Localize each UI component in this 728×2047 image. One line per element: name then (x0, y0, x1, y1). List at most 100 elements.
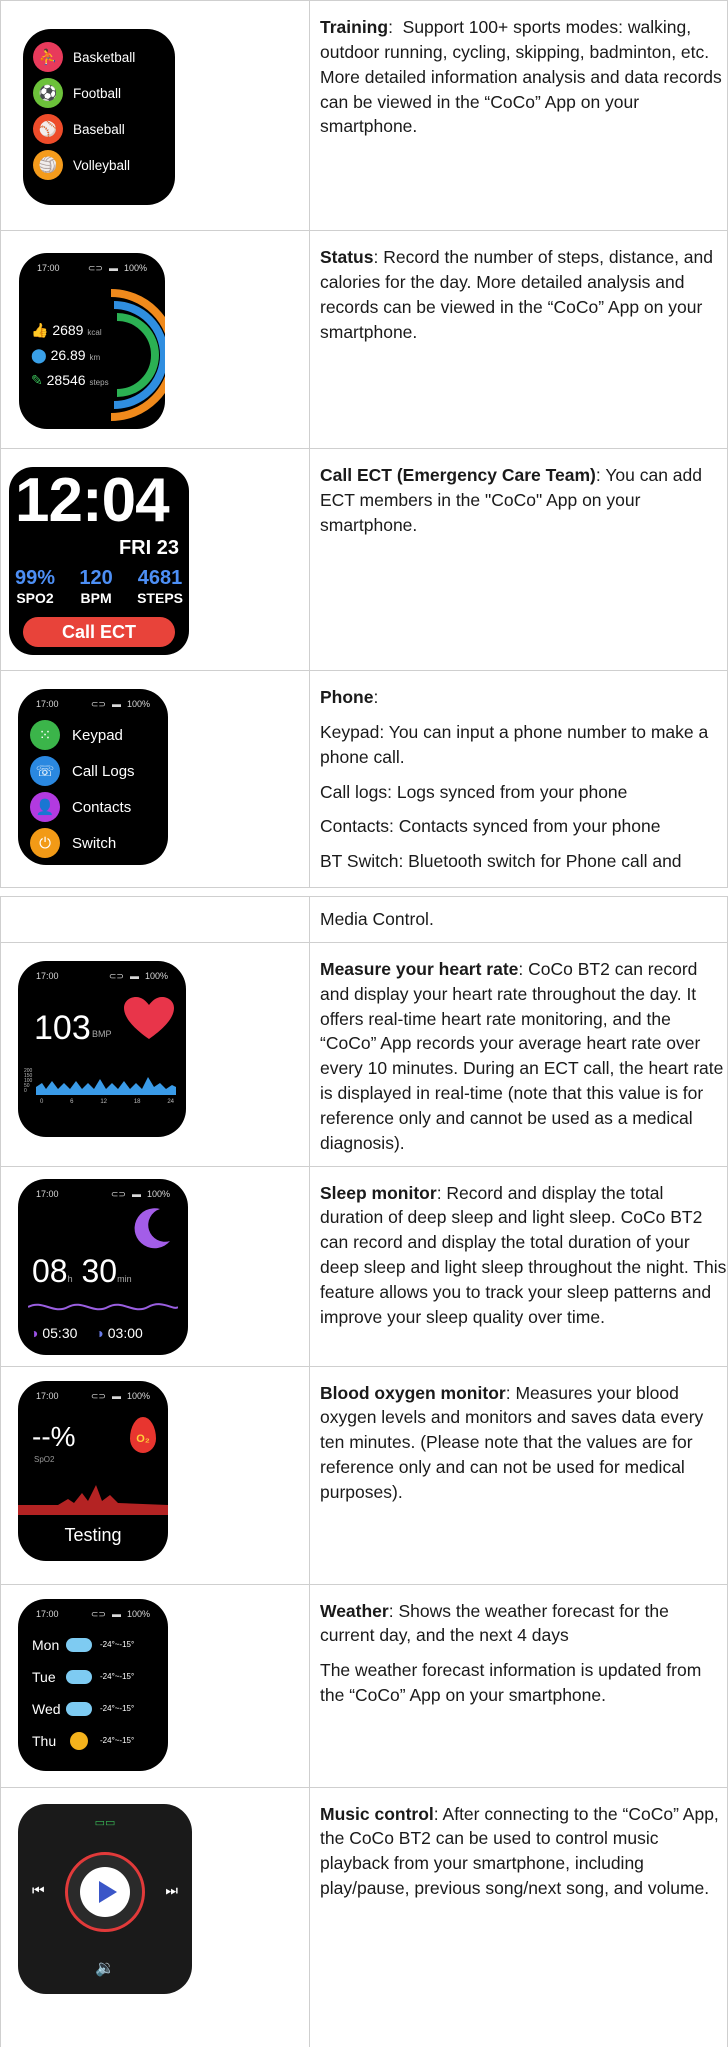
watch-link-icon: ▭▭ (94, 1816, 116, 1829)
phone-heading: Phone: (320, 687, 379, 707)
status-bar: 17:00 ⊂⊃ ▬ 100% (36, 1189, 170, 1200)
status-watch: 17:00 ⊂⊃ ▬ 100% 👍 2689 kcal ⬤ 26.89 km ✎ 2… (19, 253, 165, 429)
status-time: 17:00 (36, 1608, 59, 1619)
play-button[interactable] (80, 1866, 130, 1917)
phone-item-keypad[interactable]: ⁙ Keypad (30, 717, 135, 753)
footprint-icon: ✎ (31, 372, 43, 388)
testing-status: Testing (64, 1524, 122, 1545)
link-icon: ⊂⊃ (90, 1390, 106, 1401)
metric-bpm: 120 BPM (79, 567, 112, 606)
training-image-cell: ⛹ Basketball ⚽ Football ⚾ Baseball 🏐 Vol… (0, 0, 310, 231)
stat-unit: steps (89, 378, 109, 387)
sleep-minutes: 30 (81, 1252, 118, 1289)
heart-rate-desc: CoCo BT2 can record and display your hea… (320, 958, 724, 1153)
music-text-cell: Music control: After connecting to the “… (309, 1786, 728, 2047)
battery-icon: ▬ (111, 1608, 121, 1619)
x-tick: 6 (70, 1098, 74, 1105)
row-sleep: 17:00 ⊂⊃ ▬ 100% 08h 30min ◑ 05:30 ◑ 03:00 (0, 1165, 728, 1367)
blood-oxygen-title: Blood oxygen monitor (320, 1382, 506, 1403)
media-control-text-cell: Media Control. (309, 896, 728, 943)
football-icon: ⚽ (33, 78, 63, 108)
phone-watch: 17:00 ⊂⊃ ▬ 100% ⁙ Keypad ☏ Call Logs 👤 Contac… (18, 689, 168, 865)
battery-icon: ▬ (111, 1390, 121, 1401)
status-bar: 17:00 ⊂⊃ ▬ 100% (36, 971, 168, 982)
phone-item-switch[interactable]: ⏻ Switch (30, 825, 135, 861)
heart-rate-title: Measure your heart rate (320, 958, 519, 979)
media-control-text: Media Control. (320, 909, 434, 929)
battery-icon: ▬ (111, 699, 121, 709)
cloud-icon (66, 1701, 92, 1716)
oxygen-drop-icon: O₂ (130, 1416, 156, 1453)
metric-value: 99% (15, 567, 56, 589)
sleep-wave (28, 1302, 178, 1310)
phone-keypad-desc: Keypad: You can input a phone number to … (320, 721, 709, 767)
status-stats: 👍 2689 kcal ⬤ 26.89 km ✎ 28546 steps (31, 319, 109, 394)
baseball-icon: ⚾ (33, 114, 63, 144)
heart-rate-image-cell: 17:00 ⊂⊃ ▬ 100% 103 BMP 200 150 100 50 0 (0, 941, 310, 1167)
sport-item-baseball: ⚾ Baseball (33, 111, 135, 147)
forecast-day: Mon (32, 1636, 60, 1653)
training-text-cell: Training: Support 100+ sports modes: wal… (309, 0, 728, 231)
status-bar: 17:00 ⊂⊃ ▬ 100% (36, 1609, 150, 1620)
menu-label: Contacts (72, 798, 132, 816)
metric-steps: 4681 STEPS (137, 567, 183, 606)
sleep-title: Sleep monitor (320, 1182, 437, 1203)
call-ect-text-cell: Call ECT (Emergency Care Team): You can … (309, 448, 728, 671)
call-ect-button[interactable]: Call ECT (23, 617, 175, 647)
steps-ring (116, 313, 159, 397)
phone-text-cell: Phone: Keypad: You can input a phone num… (309, 670, 728, 888)
weather-image-cell: 17:00 ⊂⊃ ▬ 100% Mon -24°~-15° Tue -24°~-15… (0, 1583, 310, 1788)
menu-label: Switch (72, 834, 117, 852)
call-ect-paragraph: Call ECT (Emergency Care Team): You can … (320, 465, 702, 535)
status-time: 17:00 (36, 1390, 59, 1401)
music-paragraph: Music control: After connecting to the “… (320, 1803, 719, 1899)
link-icon: ⊂⊃ (108, 970, 124, 981)
stat-steps: ✎ 28546 steps (31, 369, 109, 394)
sport-label: Basketball (73, 49, 136, 65)
phone-item-call-logs[interactable]: ☏ Call Logs (30, 753, 135, 789)
battery-level: 100% (146, 1188, 170, 1199)
sport-label: Football (73, 85, 122, 101)
blood-oxygen-image-cell: 17:00 ⊂⊃ ▬ 100% --% SpO2 O₂ Testing (0, 1365, 310, 1585)
phone-item-contacts[interactable]: 👤 Contacts (30, 789, 135, 825)
call-ect-watch: 12:04 FRI 23 99% SPO2 120 BPM 4681 STEPS Ca… (9, 467, 189, 655)
heart-icon (124, 996, 174, 1039)
weather-update-desc: The weather forecast information is upda… (320, 1660, 702, 1706)
row-media-control-cont: Media Control. (0, 896, 728, 943)
status-paragraph: Status: Record the number of steps, dist… (320, 247, 713, 342)
flame-icon: 👍 (31, 322, 49, 338)
link-icon: ⊂⊃ (90, 1608, 106, 1619)
metric-spo2: 99% SPO2 (15, 567, 55, 606)
link-icon: ⊂⊃ (90, 699, 106, 709)
menu-label: Keypad (72, 726, 123, 744)
next-song-button[interactable]: ⏭ (165, 1882, 178, 1899)
basketball-icon: ⛹ (33, 42, 63, 72)
cloud-icon (66, 1637, 92, 1652)
play-ring (65, 1851, 145, 1932)
training-title: Training (320, 17, 389, 37)
previous-song-button[interactable]: ⏮ (32, 1882, 45, 1899)
battery-level: 100% (144, 970, 168, 981)
clock-date: FRI 23 (118, 537, 179, 559)
sleep-text-cell: Sleep monitor: Record and display the to… (309, 1165, 728, 1367)
x-tick: 24 (167, 1098, 174, 1105)
metric-label: SPO2 (16, 590, 54, 606)
volume-button[interactable]: 🔉 (18, 1958, 192, 1978)
minutes-unit: min (117, 1273, 132, 1284)
empty-image-cell (0, 896, 310, 943)
sport-item-basketball: ⛹ Basketball (33, 39, 135, 75)
call-ect-image-cell: 12:04 FRI 23 99% SPO2 120 BPM 4681 STEPS Ca… (0, 448, 310, 671)
power-icon: ⏻ (30, 828, 60, 858)
next-icon: ⏭ (165, 1881, 178, 1898)
row-phone: 17:00 ⊂⊃ ▬ 100% ⁙ Keypad ☏ Call Logs 👤 Contac… (0, 670, 728, 888)
phone-menu: ⁙ Keypad ☏ Call Logs 👤 Contacts ⏻ Switch (30, 717, 135, 861)
weather-paragraph: Weather: Shows the weather forecast for … (320, 1600, 669, 1646)
forecast-day: Wed (32, 1700, 61, 1717)
stat-calories: 👍 2689 kcal (31, 319, 109, 344)
feature-table-1: ⛹ Basketball ⚽ Football ⚾ Baseball 🏐 Vol… (0, 0, 728, 888)
stat-unit: kcal (87, 328, 102, 337)
row-blood-oxygen: 17:00 ⊂⊃ ▬ 100% --% SpO2 O₂ Testing Blood … (0, 1365, 728, 1585)
sport-label: Volleyball (73, 157, 131, 173)
y-tick: 0 (24, 1087, 27, 1094)
play-icon (99, 1880, 117, 1903)
